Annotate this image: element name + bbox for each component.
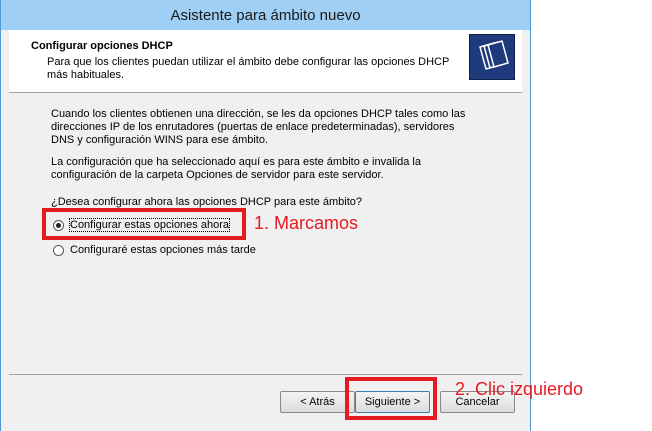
radio-button[interactable]	[53, 244, 64, 256]
page-title: Configurar opciones DHCP	[31, 40, 173, 52]
intro-paragraph: Cuando los clientes obtienen una direcci…	[51, 108, 466, 146]
scope-paragraph: La configuración que ha seleccionado aqu…	[51, 156, 421, 181]
highlight-option-box	[42, 208, 246, 240]
annotation-step2: 2. Clic izquierdo	[455, 379, 584, 399]
footer-divider	[9, 374, 522, 375]
back-button[interactable]: < Atrás	[280, 391, 355, 413]
annotation-step1: 1. Marcamos	[254, 213, 359, 233]
option-label[interactable]: Configuraré estas opciones más tarde	[70, 244, 256, 256]
window-title: Asistente para ámbito nuevo	[1, 0, 530, 30]
folder-stack-icon	[469, 34, 515, 80]
highlight-next-box	[345, 377, 437, 420]
page-subtitle: Para que los clientes puedan utilizar el…	[47, 56, 450, 81]
option-configure-later[interactable]: Configuraré estas opciones más tarde	[53, 244, 256, 256]
wizard-header: Configurar opciones DHCP Para que los cl…	[9, 30, 522, 93]
